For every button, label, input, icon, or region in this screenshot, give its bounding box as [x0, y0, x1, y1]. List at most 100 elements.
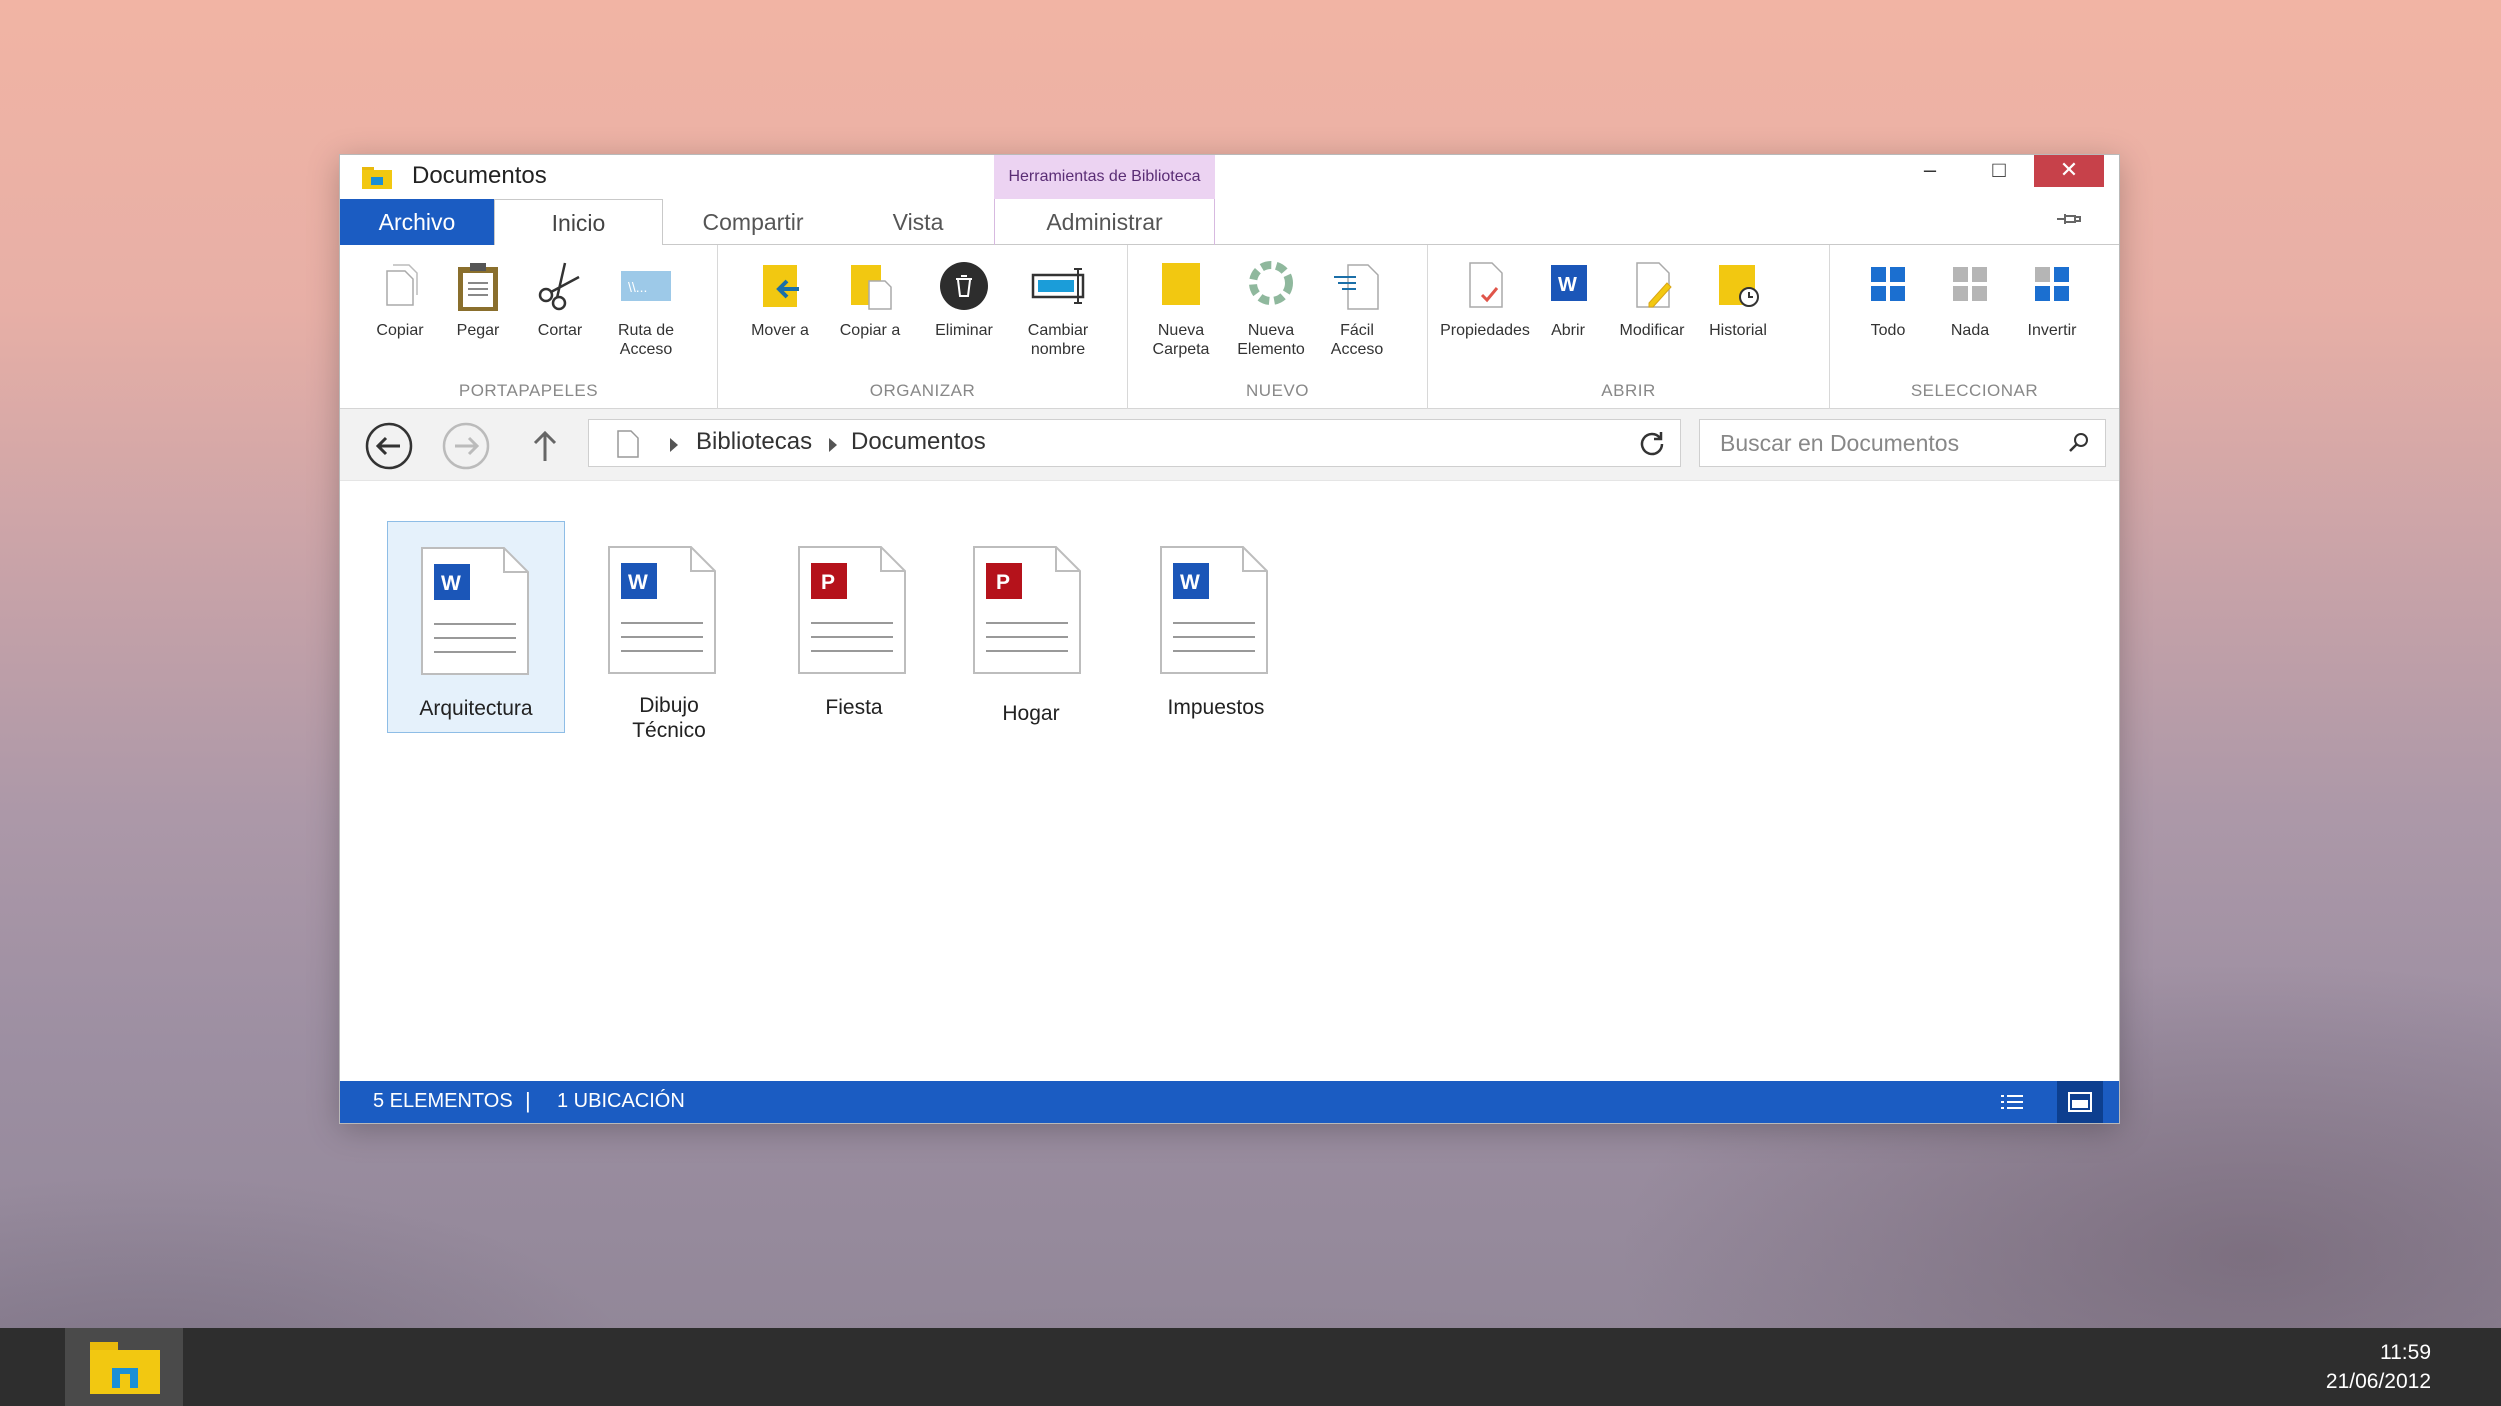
history-label: Historial	[1709, 322, 1767, 339]
status-separator: |	[525, 1088, 531, 1113]
file-name-line-1: Dibujo	[639, 694, 699, 717]
word-document-icon: W	[608, 546, 716, 674]
cut-button[interactable]: Cortar	[510, 259, 610, 340]
breadcrumb-arrow-icon	[829, 438, 837, 452]
taskbar-file-explorer[interactable]	[65, 1328, 183, 1406]
location-count: 1 UBICACIÓN	[557, 1090, 685, 1112]
svg-text:W: W	[1558, 274, 1577, 296]
search-input[interactable]	[1700, 420, 2060, 466]
clipboard-icon	[458, 263, 498, 311]
svg-text:\\...: \\...	[628, 279, 647, 295]
folder-icon	[362, 167, 392, 189]
ribbon: Copiar Pegar Cortar \\... Ruta de Acceso…	[340, 245, 2119, 409]
invert-selection-button[interactable]: Invertir	[2002, 259, 2102, 340]
edit-label: Modificar	[1619, 322, 1685, 339]
status-bar: 5 ELEMENTOS | 1 UBICACIÓN	[340, 1081, 2119, 1123]
svg-text:P: P	[821, 571, 835, 594]
pin-ribbon-icon[interactable]	[2055, 209, 2081, 229]
copy-label: Copiar	[376, 322, 424, 339]
details-view-icon[interactable]	[1989, 1081, 2035, 1123]
file-item-hogar[interactable]: P Hogar	[942, 521, 1120, 733]
tab-administrar[interactable]: Administrar	[994, 199, 1215, 245]
document-icon	[617, 430, 639, 458]
breadcrumb-bibliotecas[interactable]: Bibliotecas	[696, 428, 812, 456]
invert-selection-icon	[2035, 267, 2069, 301]
copy-to-icon	[851, 265, 892, 310]
delete-button[interactable]: Eliminar	[914, 259, 1014, 340]
item-count: 5 ELEMENTOS	[373, 1090, 513, 1112]
easy-access-button[interactable]: Fácil Acceso	[1307, 259, 1407, 359]
new-group: Nueva Carpeta Nueva Elemento Fácil Acces…	[1128, 245, 1428, 409]
file-name: Impuestos	[1167, 696, 1265, 719]
paste-label: Pegar	[456, 322, 500, 339]
new-item-label-1: Nueva	[1247, 322, 1295, 339]
close-button[interactable]: ✕	[2034, 155, 2104, 187]
taskbar: 11:59 21/06/2012	[0, 1328, 2501, 1406]
library-tools-header: Herramientas de Biblioteca	[994, 155, 1215, 199]
tab-archivo[interactable]: Archivo	[340, 199, 494, 245]
tab-compartir[interactable]: Compartir	[663, 199, 843, 245]
new-folder-icon	[1162, 263, 1200, 305]
move-to-icon	[763, 265, 799, 307]
forward-arrow-icon[interactable]	[441, 421, 491, 471]
delete-label: Eliminar	[935, 322, 993, 339]
easy-access-label-1: Fácil	[1340, 322, 1374, 339]
invert-selection-label: Invertir	[2027, 322, 2077, 339]
file-item-fiesta[interactable]: P Fiesta	[765, 521, 943, 733]
file-item-impuestos[interactable]: W Impuestos	[1127, 521, 1305, 733]
rename-button[interactable]: Cambiar nombre	[1008, 259, 1108, 359]
tab-vista[interactable]: Vista	[843, 199, 993, 245]
cut-label: Cortar	[537, 322, 583, 339]
new-item-button[interactable]: Nueva Elemento	[1221, 259, 1321, 359]
powerpoint-document-icon: P	[973, 546, 1081, 674]
file-name: Hogar	[1002, 702, 1060, 725]
open-group-label: ABRIR	[1601, 381, 1656, 400]
open-group: Propiedades W Abrir Modificar Historial …	[1428, 245, 1830, 409]
select-all-label: Todo	[1870, 322, 1906, 339]
file-name: Dibujo Técnico	[580, 693, 758, 743]
copy-to-label: Copiar a	[839, 322, 901, 339]
move-to-button[interactable]: Mover a	[730, 259, 830, 340]
large-icons-view-icon[interactable]	[2057, 1081, 2103, 1123]
path-access-button[interactable]: \\... Ruta de Acceso	[596, 259, 696, 359]
edit-button[interactable]: Modificar	[1602, 259, 1702, 340]
breadcrumb-documentos[interactable]: Documentos	[851, 428, 986, 456]
copy-to-button[interactable]: Copiar a	[820, 259, 920, 340]
rename-label-1: Cambiar	[1027, 322, 1089, 339]
system-clock[interactable]: 11:59 21/06/2012	[2326, 1338, 2431, 1396]
clock-date: 21/06/2012	[2325, 1370, 2431, 1393]
scissors-icon	[538, 262, 580, 311]
path-label-1: Ruta de	[617, 322, 675, 339]
minimize-button[interactable]: –	[1895, 155, 1965, 187]
tab-inicio[interactable]: Inicio	[494, 199, 663, 246]
select-none-icon	[1953, 267, 1987, 301]
word-icon: W	[1551, 265, 1587, 301]
file-name-line-2: Técnico	[632, 719, 706, 742]
rename-icon	[1031, 268, 1085, 304]
new-folder-button[interactable]: Nueva Carpeta	[1131, 259, 1231, 359]
file-item-arquitectura[interactable]: W Arquitectura	[387, 521, 565, 733]
organize-group-label: ORGANIZAR	[869, 381, 976, 400]
refresh-icon[interactable]	[1638, 429, 1666, 457]
file-name: Arquitectura	[419, 697, 533, 720]
history-button[interactable]: Historial	[1688, 259, 1788, 340]
maximize-button[interactable]: □	[1964, 155, 2034, 187]
up-arrow-icon[interactable]	[520, 421, 570, 471]
file-explorer-window: Documentos Herramientas de Biblioteca – …	[340, 155, 2119, 1123]
new-folder-label-1: Nueva	[1157, 322, 1205, 339]
clock-time: 11:59	[2380, 1341, 2431, 1364]
back-arrow-icon[interactable]	[364, 421, 414, 471]
file-item-dibujo-tecnico[interactable]: W Dibujo Técnico	[580, 521, 758, 742]
powerpoint-document-icon: P	[798, 546, 906, 674]
organize-group: Mover a Copiar a Eliminar Cambiar nombre…	[718, 245, 1128, 409]
trash-icon	[940, 262, 988, 310]
new-group-label: NUEVO	[1246, 381, 1309, 400]
easy-access-label-2: Acceso	[1330, 341, 1384, 358]
select-all-icon	[1871, 267, 1905, 301]
new-item-icon	[1249, 261, 1293, 305]
history-icon	[1719, 265, 1759, 307]
search-icon[interactable]	[2067, 431, 2091, 455]
path-icon: \\...	[621, 271, 671, 301]
address-bar[interactable]: Bibliotecas Documentos	[588, 419, 1681, 467]
file-list: W Arquitectura W Dibujo Técnico P Fiesta …	[340, 481, 2119, 1081]
